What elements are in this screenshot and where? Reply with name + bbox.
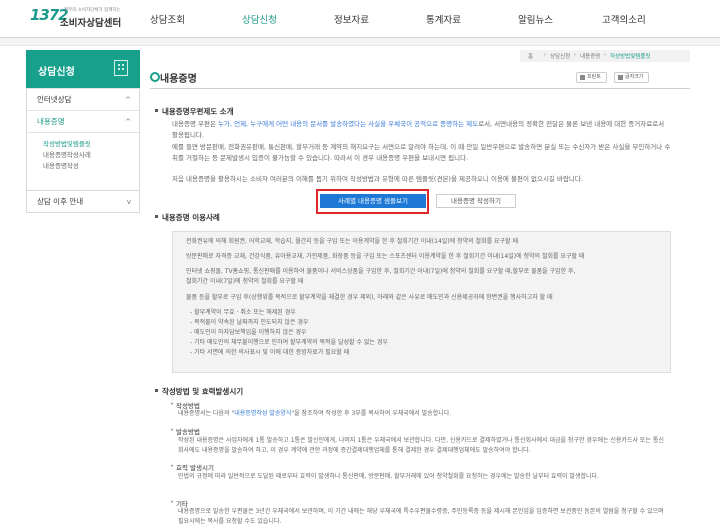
- sidebar-item-label: 상담 이후 안내: [37, 197, 84, 206]
- template-link[interactable]: 내용증명작성 발송양식: [234, 410, 291, 417]
- chevron-up-icon: ^: [125, 96, 131, 104]
- site-logo[interactable]: 1372 정부와 소비자단체가 함께하는 소비자상담센터: [30, 6, 140, 32]
- write-certified-mail-button[interactable]: 내용증명 작성하기: [436, 194, 516, 208]
- sub-bar: [0, 38, 720, 46]
- nav-news[interactable]: 알림뉴스: [518, 12, 553, 26]
- sidebar: 상담신청 인터넷상담 ^ 내용증명 ^ 작성방법및템플릿 내용증명작성사례 내용…: [26, 50, 140, 213]
- nav-info[interactable]: 정보자료: [334, 12, 369, 26]
- breadcrumb-item[interactable]: 내용증명: [580, 52, 600, 60]
- sidebar-subitem-template[interactable]: 작성방법및템플릿: [43, 139, 139, 150]
- intro-paragraph-1: 내용증명 우편은 누가, 언제, 누구에게 어떤 내용의 문서를 발송하였다는 …: [172, 119, 672, 140]
- method-item-text: 내용증명으로 발송한 우편물은 3년간 우체국에서 보관하며, 이 기간 내에는…: [178, 508, 664, 525]
- sidebar-subitem-write[interactable]: 내용증명작성: [43, 161, 139, 172]
- logo-tagline: 정부와 소비자단체가 함께하는: [64, 8, 121, 13]
- use-case-sub-item: - 매도인이 하자담보책임을 이행하지 않은 경우: [190, 329, 307, 336]
- method-text: 내용증명서는 다음의 ": [178, 410, 235, 417]
- use-case-item: 물품 등을 할부로 구입 후(상행위를 목적으로 할부계약을 체결한 경우 제외…: [186, 293, 666, 303]
- chevron-down-icon: v: [126, 198, 131, 206]
- use-case-sub-item: - 할부계약이 무효 · 취소 또는 해제된 경우: [190, 309, 296, 316]
- breadcrumb-separator: ›: [574, 52, 577, 58]
- sidebar-submenu: 작성방법및템플릿 내용증명작성사례 내용증명작성: [27, 132, 139, 178]
- nav-statistics[interactable]: 통계자료: [426, 12, 461, 26]
- use-case-sub-item: - 기타 서면에 의한 의사표시 및 이에 대한 증빙자료가 필요할 때: [190, 349, 350, 356]
- section-heading-method: 작성방법 및 효력발생시기: [154, 387, 244, 396]
- method-item-text: 내용증명서는 다음의 "내용증명작성 발송양식"을 참조하여 작성한 후 3부를…: [178, 409, 668, 419]
- breadcrumb-home[interactable]: 홈: [528, 52, 533, 60]
- breadcrumb: 홈 › 상담신청 › 내용증명 › 작성방법및템플릿: [520, 50, 690, 62]
- use-case-item-continued: 철회기간 이내(7일)에 청약의 철회를 요구할 때: [186, 278, 304, 285]
- sidebar-item-certified-mail[interactable]: 내용증명 ^: [27, 110, 139, 132]
- sidebar-header: 상담신청: [26, 50, 140, 88]
- use-case-item: 방문판매로 자격증 교재, 건강식품, 유아용교재, 가전제품, 화장품 등을 …: [186, 252, 666, 262]
- logo-name: 소비자상담센터: [60, 18, 122, 29]
- chevron-up-icon: ^: [125, 118, 131, 126]
- intro-highlight: 누가, 언제, 누구에게 어떤 내용의 문서를 발송하였다는 사실을 우체국이 …: [218, 120, 479, 128]
- sidebar-item-label: 인터넷상담: [37, 95, 72, 104]
- section-heading-intro: 내용증명우편제도 소개: [155, 107, 234, 116]
- nav-customer-voice[interactable]: 고객의소리: [602, 12, 646, 26]
- method-text: "을 참조하여 작성한 후 3부를 복사하여 우체국에서 발송합니다.: [291, 410, 452, 417]
- font-size-icon: [618, 75, 623, 80]
- sidebar-subitem-examples[interactable]: 내용증명작성사례: [43, 150, 139, 161]
- breadcrumb-separator: ›: [604, 52, 607, 58]
- sidebar-item-label: 내용증명: [37, 117, 65, 126]
- main-nav: 상담조회 상담신청 정보자료 통계자료 알림뉴스 고객의소리: [142, 0, 720, 38]
- print-button[interactable]: 프린트: [576, 72, 607, 83]
- page-title: 내용증명: [150, 70, 197, 85]
- site-header: 1372 정부와 소비자단체가 함께하는 소비자상담센터 상담조회 상담신청 정…: [0, 0, 720, 38]
- method-item-text: 민법의 규정에 따라 일반적으로 도달된 때로부터 효력이 발생하나 통신판매,…: [178, 473, 599, 480]
- breadcrumb-item[interactable]: 상담신청: [550, 52, 570, 60]
- breadcrumb-separator: ›: [544, 52, 547, 58]
- title-divider: [150, 88, 690, 89]
- print-icon: [580, 75, 585, 80]
- print-label: 프린트: [587, 74, 601, 80]
- intro-paragraph-3: 처음 내용증명을 활용하시는 소비자 여러분의 이해를 돕기 위하여 작성방법과…: [172, 175, 583, 183]
- font-size-button[interactable]: 글자크기: [614, 72, 650, 83]
- use-case-sub-item: - 기타 매도인의 채무불이행으로 인하여 할부계약의 목적을 달성할 수 없는…: [190, 339, 388, 346]
- method-item-title: 발송방법: [170, 426, 200, 436]
- use-case-sub-item: - 목적물이 약속된 날짜까지 인도되지 않은 경우: [190, 319, 309, 326]
- intro-text: 내용증명 우편은: [172, 120, 218, 128]
- sidebar-title: 상담신청: [38, 67, 75, 78]
- nav-consult-apply[interactable]: 상담신청: [242, 12, 277, 26]
- building-icon: [114, 60, 128, 76]
- method-item-title: 효력 발생시기: [170, 462, 214, 472]
- sidebar-item-after-consult[interactable]: 상담 이후 안내 v: [27, 190, 139, 212]
- sidebar-menu: 인터넷상담 ^ 내용증명 ^ 작성방법및템플릿 내용증명작성사례 내용증명작성 …: [26, 88, 140, 213]
- use-case-item: 인터넷 쇼핑몰, TV홈쇼핑, 통신판매를 이용하여 물품이나 서비스상품을 구…: [186, 267, 666, 277]
- intro-paragraph-2: 예를 들면 방문판매, 전화권유판매, 통신판매, 할부거래 등 계약의 해지요…: [172, 143, 671, 162]
- method-item-text: 작성된 내용증명은 사업자에게 1통 발송하고 1통은 발신인에게, 나머지 1…: [178, 437, 664, 454]
- font-size-label: 글자크기: [625, 74, 644, 80]
- nav-consult-lookup[interactable]: 상담조회: [150, 12, 185, 26]
- use-case-item: 전화권유에 의해 회원권, 어학교재, 학습지, 월간지 등을 구입 또는 이용…: [186, 237, 666, 247]
- highlight-box: [316, 189, 429, 214]
- breadcrumb-current: 작성방법및템플릿: [610, 54, 651, 60]
- section-heading-use-cases: 내용증명 이용사례: [155, 213, 220, 222]
- sidebar-item-internet-consult[interactable]: 인터넷상담 ^: [27, 88, 139, 110]
